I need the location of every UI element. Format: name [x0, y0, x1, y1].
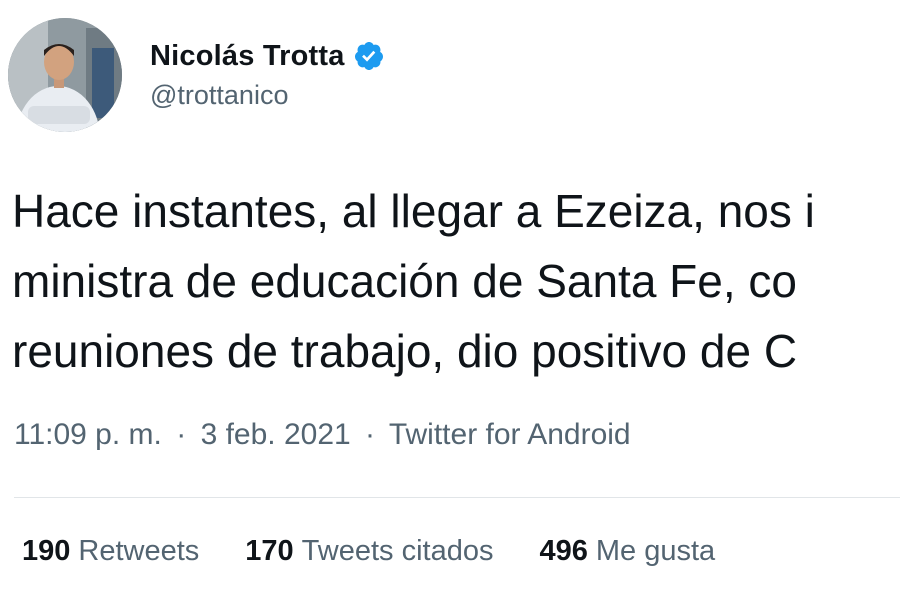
tweet-meta: 11:09 p. m. · 3 feb. 2021 · Twitter for … [14, 418, 631, 452]
tweet-text: Hace instantes, al llegar a Ezeiza, nos … [12, 176, 900, 386]
tweet-time[interactable]: 11:09 p. m. [14, 418, 162, 451]
divider [14, 497, 900, 498]
tweet-stats: 190 Retweets 170 Tweets citados 496 Me gust… [22, 535, 761, 568]
likes-count: 496 [539, 535, 588, 567]
author-info[interactable]: Nicolás Trotta @trottanico [150, 36, 385, 111]
verified-badge-icon [353, 40, 385, 72]
quote-tweets-count: 170 [245, 535, 294, 567]
author-handle[interactable]: @trottanico [150, 80, 385, 111]
likes-label: Me gusta [595, 535, 716, 567]
tweet-card: Nicolás Trotta @trottanico Hace instante… [0, 0, 900, 600]
tweet-text-line: reuniones de trabajo, dio positivo de C [12, 325, 798, 377]
retweets-stat[interactable]: 190 Retweets [22, 535, 199, 568]
meta-separator: · [176, 418, 187, 451]
retweets-label: Retweets [78, 535, 200, 567]
tweet-text-line: ministra de educación de Santa Fe, co [12, 255, 798, 307]
retweets-count: 190 [22, 535, 71, 567]
quote-tweets-stat[interactable]: 170 Tweets citados [245, 535, 493, 568]
tweet-date[interactable]: 3 feb. 2021 [201, 418, 351, 451]
avatar-photo [8, 18, 122, 132]
meta-separator: · [365, 418, 376, 451]
avatar[interactable] [8, 18, 122, 132]
tweet-text-line: Hace instantes, al llegar a Ezeiza, nos … [12, 185, 815, 237]
quote-tweets-label: Tweets citados [301, 535, 494, 567]
likes-stat[interactable]: 496 Me gusta [540, 535, 716, 568]
author-display-name[interactable]: Nicolás Trotta [150, 40, 345, 73]
tweet-source-link[interactable]: Twitter for Android [389, 418, 631, 451]
